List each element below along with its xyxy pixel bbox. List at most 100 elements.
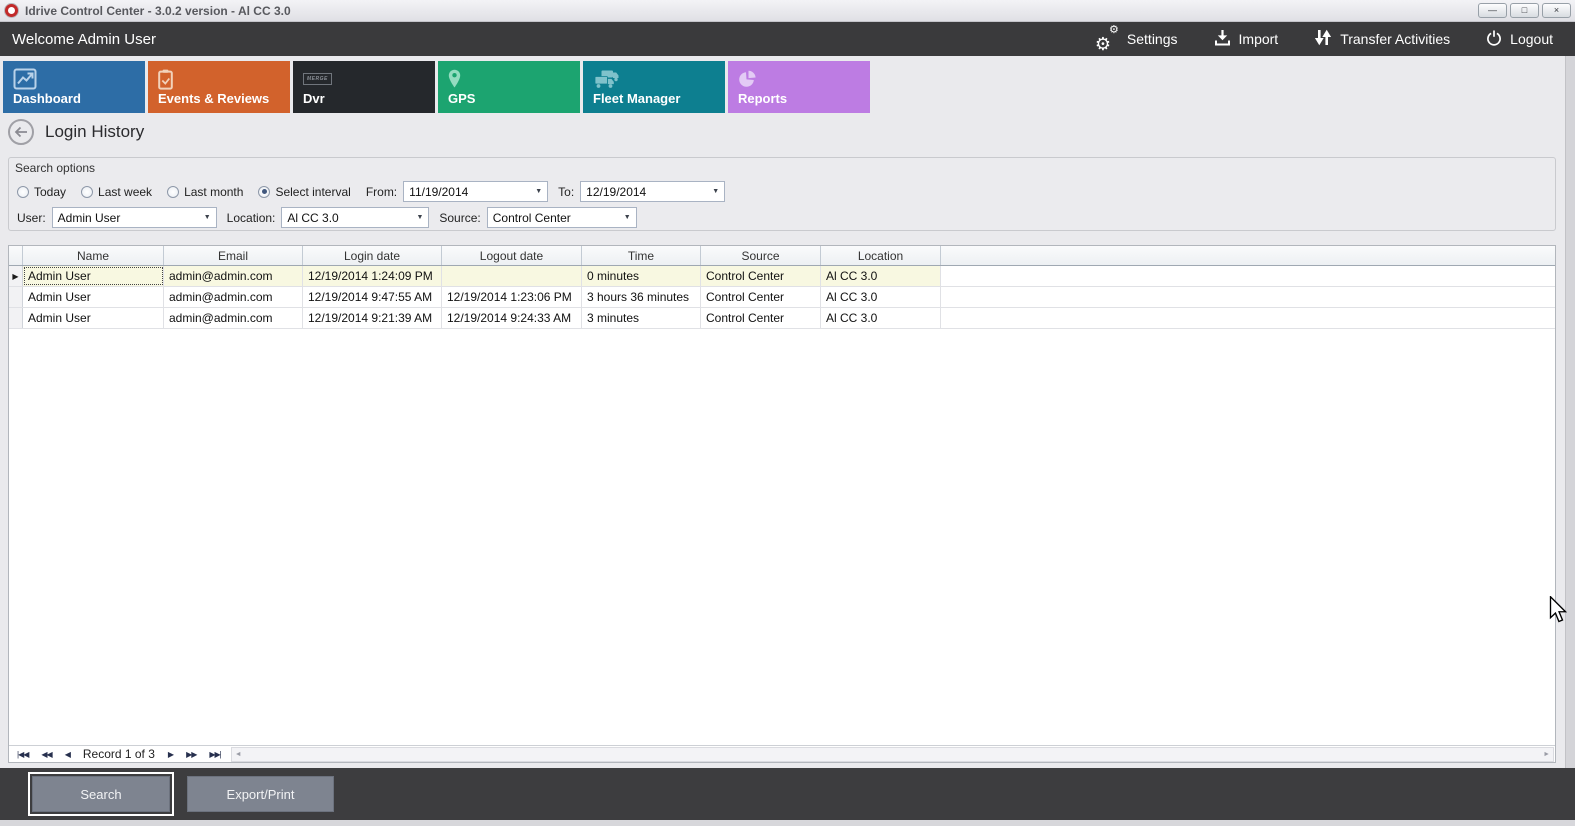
column-header-logout-date[interactable]: Logout date [442, 246, 582, 265]
back-button[interactable] [8, 119, 34, 145]
maximize-button[interactable]: □ [1510, 3, 1539, 18]
user-value: Admin User [53, 211, 204, 225]
close-button[interactable]: × [1542, 3, 1571, 18]
app-record-circle-icon [5, 4, 18, 17]
column-header-name[interactable]: Name [23, 246, 164, 265]
nav-tile-reports[interactable]: Reports [728, 61, 870, 113]
chevron-down-icon: ▼ [204, 214, 216, 221]
cell-login-date[interactable]: 12/19/2014 9:47:55 AM [303, 287, 442, 307]
nav-tile-label: Fleet Manager [593, 91, 680, 106]
location-label: Location: [227, 211, 276, 225]
cell-time[interactable]: 3 hours 36 minutes [582, 287, 701, 307]
nav-tile-gps[interactable]: GPS [438, 61, 580, 113]
transfer-arrows-icon [1314, 29, 1332, 49]
nav-tile-label: Reports [738, 91, 787, 106]
source-label: Source: [439, 211, 480, 225]
dvr-merge-icon: MERGE [303, 67, 332, 91]
topbar: Welcome Admin User ⚙⚙ Settings Import Tr… [0, 22, 1575, 56]
from-label: From: [366, 185, 397, 199]
settings-button[interactable]: ⚙⚙ Settings [1095, 28, 1178, 50]
chevron-down-icon: ▼ [624, 214, 636, 221]
radio-last-week[interactable]: Last week [81, 185, 152, 199]
cell-email[interactable]: admin@admin.com [164, 266, 303, 286]
nav-last-button[interactable]: ▶▶| [209, 750, 220, 759]
nav-prev-button[interactable]: ◀ [65, 750, 70, 759]
location-combo[interactable]: Al CC 3.0 ▼ [281, 207, 429, 228]
cell-location[interactable]: Al CC 3.0 [821, 287, 941, 307]
table-row[interactable]: ▶ Admin User admin@admin.com 12/19/2014 … [9, 266, 1555, 287]
grid-header-row: Name Email Login date Logout date Time S… [9, 246, 1555, 266]
mouse-cursor [1549, 596, 1567, 628]
line-chart-icon [13, 67, 37, 91]
radio-circle-icon [258, 186, 270, 198]
cell-source[interactable]: Control Center [701, 308, 821, 328]
radio-last-month[interactable]: Last month [167, 185, 243, 199]
nav-next-button[interactable]: ▶ [168, 750, 173, 759]
column-header-email[interactable]: Email [164, 246, 303, 265]
nav-tile-label: Dashboard [13, 91, 81, 106]
transfer-activities-button[interactable]: Transfer Activities [1314, 29, 1450, 49]
cell-email[interactable]: admin@admin.com [164, 308, 303, 328]
minimize-button[interactable]: — [1478, 3, 1507, 18]
table-row[interactable]: Admin User admin@admin.com 12/19/2014 9:… [9, 308, 1555, 329]
radio-last-week-label: Last week [98, 185, 152, 199]
cell-time[interactable]: 3 minutes [582, 308, 701, 328]
row-indicator [9, 308, 23, 328]
cell-location[interactable]: Al CC 3.0 [821, 266, 941, 286]
nav-next-page-button[interactable]: ▶▶ [186, 750, 196, 759]
selected-row-indicator-icon: ▶ [9, 266, 23, 286]
radio-circle-icon [17, 186, 29, 198]
cell-name[interactable]: Admin User [23, 308, 164, 328]
column-header-login-date[interactable]: Login date [303, 246, 442, 265]
horizontal-scrollbar[interactable]: ◄ ► [231, 747, 1554, 762]
import-label: Import [1239, 31, 1279, 47]
cell-time[interactable]: 0 minutes [582, 266, 701, 286]
cell-name[interactable]: Admin User [23, 266, 164, 286]
cell-logout-date[interactable]: 12/19/2014 9:24:33 AM [442, 308, 582, 328]
nav-prev-page-button[interactable]: ◀◀ [41, 750, 51, 759]
source-combo[interactable]: Control Center ▼ [487, 207, 637, 228]
transfer-activities-label: Transfer Activities [1340, 31, 1450, 47]
cell-login-date[interactable]: 12/19/2014 1:24:09 PM [303, 266, 442, 286]
radio-today[interactable]: Today [17, 185, 66, 199]
scroll-right-icon[interactable]: ► [1540, 751, 1553, 758]
cell-name[interactable]: Admin User [23, 287, 164, 307]
nav-first-button[interactable]: |◀◀ [17, 750, 28, 759]
column-header-location[interactable]: Location [821, 246, 941, 265]
login-history-grid: Name Email Login date Logout date Time S… [8, 245, 1556, 763]
cell-source[interactable]: Control Center [701, 287, 821, 307]
cell-source[interactable]: Control Center [701, 266, 821, 286]
cell-location[interactable]: Al CC 3.0 [821, 308, 941, 328]
search-row-interval: Today Last week Last month Select interv… [17, 181, 1555, 202]
radio-last-month-label: Last month [184, 185, 243, 199]
to-date-value: 12/19/2014 [581, 185, 712, 199]
radio-today-label: Today [34, 185, 66, 199]
cell-email[interactable]: admin@admin.com [164, 287, 303, 307]
cell-login-date[interactable]: 12/19/2014 9:21:39 AM [303, 308, 442, 328]
power-icon [1486, 30, 1502, 49]
export-print-button[interactable]: Export/Print [187, 776, 334, 812]
navigator-buttons: |◀◀ ◀◀ ◀ Record 1 of 3 ▶ ▶▶ ▶▶| [9, 747, 231, 761]
import-button[interactable]: Import [1214, 29, 1279, 49]
grid-record-navigator: |◀◀ ◀◀ ◀ Record 1 of 3 ▶ ▶▶ ▶▶| ◄ ► [9, 745, 1555, 762]
vertical-scrollbar[interactable] [1565, 56, 1575, 768]
row-indicator [9, 287, 23, 307]
column-header-time[interactable]: Time [582, 246, 701, 265]
cell-logout-date[interactable] [442, 266, 582, 286]
search-button[interactable]: Search [32, 776, 170, 812]
radio-select-interval-label: Select interval [275, 185, 350, 199]
nav-tile-dashboard[interactable]: Dashboard [3, 61, 145, 113]
logout-button[interactable]: Logout [1486, 30, 1553, 49]
radio-select-interval[interactable]: Select interval [258, 185, 350, 199]
user-combo[interactable]: Admin User ▼ [52, 207, 217, 228]
from-date-combo[interactable]: 11/19/2014 ▼ [403, 181, 548, 202]
nav-tile-events-reviews[interactable]: Events & Reviews [148, 61, 290, 113]
nav-tile-fleet-manager[interactable]: Fleet Manager [583, 61, 725, 113]
table-row[interactable]: Admin User admin@admin.com 12/19/2014 9:… [9, 287, 1555, 308]
cell-logout-date[interactable]: 12/19/2014 1:23:06 PM [442, 287, 582, 307]
column-header-source[interactable]: Source [701, 246, 821, 265]
nav-tile-dvr[interactable]: MERGE Dvr [293, 61, 435, 113]
to-date-combo[interactable]: 12/19/2014 ▼ [580, 181, 725, 202]
map-pin-icon [448, 67, 461, 91]
scroll-left-icon[interactable]: ◄ [232, 751, 245, 758]
